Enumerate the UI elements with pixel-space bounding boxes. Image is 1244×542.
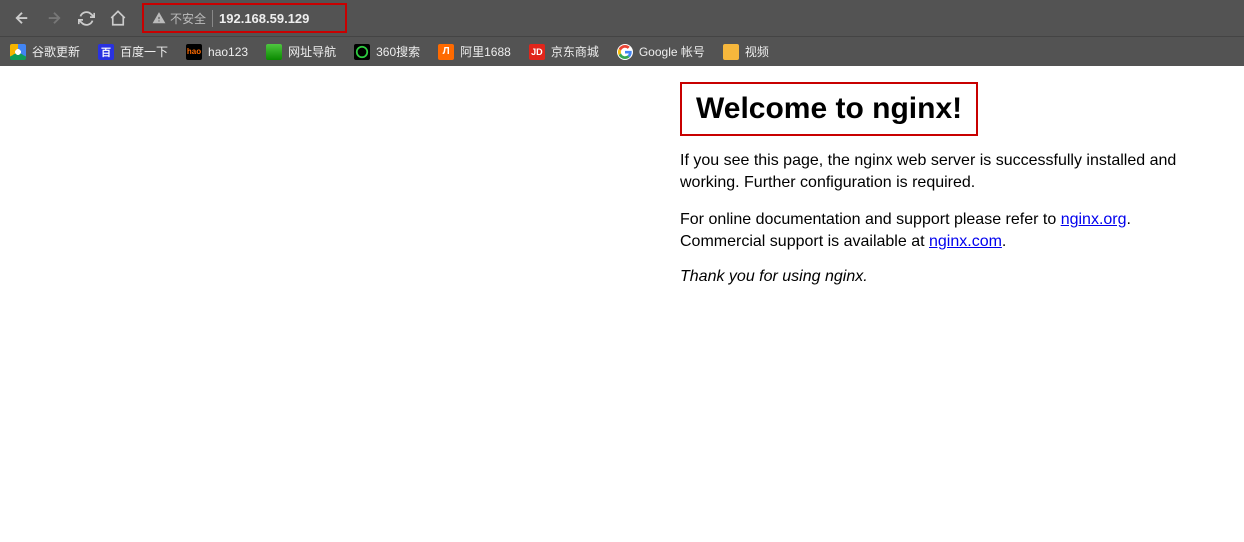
bookmark-label: 网址导航 <box>288 43 336 60</box>
jd-icon: JD <box>529 44 545 60</box>
bookmark-jd[interactable]: JD 京东商城 <box>529 43 599 60</box>
back-button[interactable] <box>8 4 36 32</box>
bookmark-video-folder[interactable]: 视频 <box>723 43 769 60</box>
page-content: Welcome to nginx! If you see this page, … <box>0 82 1244 286</box>
bookmark-baidu[interactable]: 百 百度一下 <box>98 43 168 60</box>
support-text-2: . <box>1002 233 1006 250</box>
bookmark-label: Google 帐号 <box>639 43 705 60</box>
home-button[interactable] <box>104 4 132 32</box>
bookmark-label: hao123 <box>208 45 248 59</box>
google-icon <box>617 44 633 60</box>
bookmark-google-account[interactable]: Google 帐号 <box>617 43 705 60</box>
thanks-message: Thank you for using nginx. <box>680 268 1210 286</box>
hao123-icon: hao <box>186 44 202 60</box>
nginx-org-link[interactable]: nginx.org <box>1061 211 1127 228</box>
nginx-com-link[interactable]: nginx.com <box>929 233 1002 250</box>
bookmark-alibaba[interactable]: Л 阿里1688 <box>438 43 511 60</box>
bookmark-label: 阿里1688 <box>460 43 511 60</box>
folder-icon <box>723 44 739 60</box>
reload-button[interactable] <box>72 4 100 32</box>
bookmark-360[interactable]: 360搜索 <box>354 43 420 60</box>
install-message: If you see this page, the nginx web serv… <box>680 150 1210 193</box>
url-text: 192.168.59.129 <box>219 11 309 26</box>
docs-para: For online documentation and support ple… <box>680 209 1210 252</box>
bookmark-label: 360搜索 <box>376 43 420 60</box>
bookmark-label: 京东商城 <box>551 43 599 60</box>
forward-button[interactable] <box>40 4 68 32</box>
bookmark-google-update[interactable]: 谷歌更新 <box>10 43 80 60</box>
bookmarks-bar: 谷歌更新 百 百度一下 hao hao123 网址导航 360搜索 Л 阿里16… <box>0 36 1244 66</box>
security-status[interactable]: 不安全 <box>152 10 213 27</box>
alibaba-icon: Л <box>438 44 454 60</box>
so360-icon <box>354 44 370 60</box>
browser-toolbar: 不安全 192.168.59.129 <box>0 0 1244 36</box>
bookmark-label: 视频 <box>745 43 769 60</box>
nav-icon <box>266 44 282 60</box>
bookmark-label: 谷歌更新 <box>32 43 80 60</box>
support-text-1: Commercial support is available at <box>680 233 929 250</box>
chrome-icon <box>10 44 26 60</box>
warning-icon <box>152 11 166 25</box>
baidu-icon: 百 <box>98 44 114 60</box>
bookmark-wzdh[interactable]: 网址导航 <box>266 43 336 60</box>
bookmark-label: 百度一下 <box>120 43 168 60</box>
page-title: Welcome to nginx! <box>696 92 962 126</box>
nginx-title-highlight: Welcome to nginx! <box>680 82 978 136</box>
security-label: 不安全 <box>170 10 206 27</box>
bookmark-hao123[interactable]: hao hao123 <box>186 44 248 60</box>
docs-text-2: . <box>1127 211 1131 228</box>
docs-text-1: For online documentation and support ple… <box>680 211 1061 228</box>
nginx-container: Welcome to nginx! If you see this page, … <box>680 82 1210 286</box>
address-bar[interactable]: 不安全 192.168.59.129 <box>142 3 347 33</box>
